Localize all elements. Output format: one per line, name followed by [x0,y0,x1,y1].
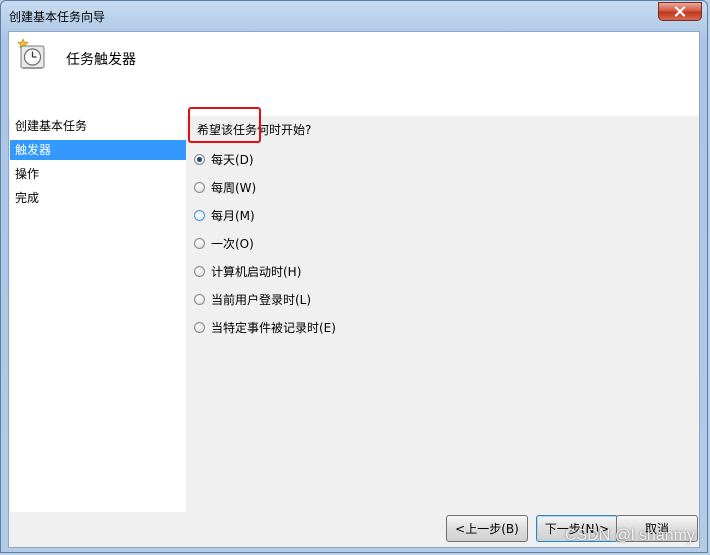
option-monthly-label: 每月(M) [211,208,255,223]
option-at-logon[interactable]: 当前用户登录时(L) [194,290,311,308]
radio-daily[interactable] [194,153,205,165]
option-monthly[interactable]: 每月(M) [194,206,255,224]
radio-once[interactable] [194,237,205,249]
option-weekly-label: 每周(W) [211,180,257,195]
page-title: 任务触发器 [66,52,136,68]
option-daily-label: 每天(D) [211,152,254,167]
option-weekly[interactable]: 每周(W) [194,178,256,196]
radio-on-event[interactable] [194,321,205,333]
sidebar-item-trigger[interactable]: 触发器 [10,140,186,160]
wizard-window: 创建基本任务向导 任务触发器 创建基本任务 触发器 操作 完成 希望该任务何时开… [0,0,708,553]
radio-at-logon[interactable] [194,293,205,305]
close-button[interactable] [658,2,702,21]
option-on-event[interactable]: 当特定事件被记录时(E) [194,318,336,336]
radio-at-startup[interactable] [194,265,205,277]
option-once-label: 一次(O) [211,236,254,251]
option-at-startup[interactable]: 计算机启动时(H) [194,262,301,280]
option-once[interactable]: 一次(O) [194,234,254,252]
title-bar[interactable]: 创建基本任务向导 [1,1,707,31]
close-icon [674,6,686,17]
option-on-event-label: 当特定事件被记录时(E) [211,320,336,335]
trigger-options-panel: 希望该任务何时开始? 每天(D) 每周(W) 每月(M) 一次(O) 计算机启动… [187,116,699,512]
radio-weekly[interactable] [194,181,205,193]
wizard-steps-sidebar: 创建基本任务 触发器 操作 完成 [10,116,186,512]
option-daily[interactable]: 每天(D) [194,150,254,168]
option-at-logon-label: 当前用户登录时(L) [211,292,312,307]
clock-task-icon [17,37,47,71]
option-at-startup-label: 计算机启动时(H) [211,264,302,279]
watermark-text: CSDN @l shanmy [564,527,695,544]
dialog-body: 任务触发器 创建基本任务 触发器 操作 完成 希望该任务何时开始? 每天(D) … [8,31,700,548]
sidebar-item-action[interactable]: 操作 [10,164,186,184]
window-title: 创建基本任务向导 [9,10,106,24]
page-header: 任务触发器 [9,32,699,116]
highlight-annotation-box [188,107,261,143]
back-button[interactable]: <上一步(B) [446,515,528,542]
sidebar-item-create-basic-task[interactable]: 创建基本任务 [10,116,186,136]
radio-monthly[interactable] [194,209,205,221]
sidebar-item-finish[interactable]: 完成 [10,188,186,208]
